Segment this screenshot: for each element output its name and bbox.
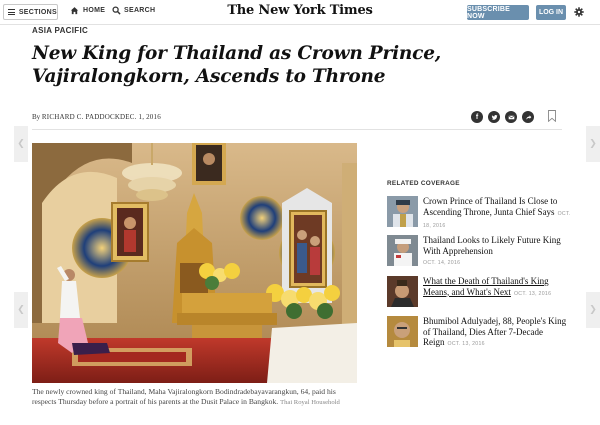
related-title-text: Crown Prince of Thailand Is Close to Asc…	[423, 196, 558, 217]
related-item[interactable]: What the Death of Thailand's King Means,…	[387, 276, 577, 312]
related-headline: Crown Prince of Thailand Is Close to Asc…	[423, 196, 573, 232]
headline-line-1: New King for Thailand as Crown Prince,	[32, 43, 442, 64]
next-article-arrow-lower[interactable]: ❯	[586, 292, 600, 328]
related-item[interactable]: Thailand Looks to Likely Future King Wit…	[387, 235, 577, 271]
related-coverage-heading: RELATED COVERAGE	[387, 180, 460, 187]
section-kicker[interactable]: ASIA PACIFIC	[32, 26, 88, 35]
related-date: OCT. 13, 2016	[447, 341, 485, 347]
article-headline: New King for Thailand as Crown Prince, V…	[32, 42, 452, 88]
related-item[interactable]: Bhumibol Adulyadej, 88, People's King of…	[387, 316, 577, 352]
related-date: OCT. 13, 2016	[513, 290, 552, 297]
article-photo	[32, 143, 357, 383]
related-date: OCT. 14, 2016	[423, 260, 461, 266]
subscribe-button[interactable]: SUBSCRIBE NOW	[467, 5, 529, 20]
related-thumbnail	[387, 276, 418, 307]
byline: By RICHARD C. PADDOCK	[32, 113, 120, 121]
byline-row: By RICHARD C. PADDOCK DEC. 1, 2016 f	[32, 108, 562, 130]
share-icon[interactable]	[522, 111, 534, 123]
related-thumbnail	[387, 235, 418, 266]
headline-line-2: Vajiralongkorn, Ascends to Throne	[32, 66, 386, 87]
previous-article-arrow[interactable]: ❮	[14, 126, 28, 162]
bookmark-icon[interactable]	[548, 110, 556, 122]
share-tools: f	[471, 111, 534, 123]
related-headline: Thailand Looks to Likely Future King Wit…	[423, 235, 573, 269]
related-headline: What the Death of Thailand's King Means,…	[423, 276, 573, 299]
related-title-text: Thailand Looks to Likely Future King Wit…	[423, 235, 561, 256]
login-button[interactable]: LOG IN	[536, 5, 566, 20]
twitter-icon[interactable]	[488, 111, 500, 123]
photo-credit: Thai Royal Household	[280, 399, 340, 406]
facebook-icon[interactable]: f	[471, 111, 483, 123]
next-article-arrow[interactable]: ❯	[586, 126, 600, 162]
previous-article-arrow-lower[interactable]: ❮	[14, 292, 28, 328]
email-icon[interactable]	[505, 111, 517, 123]
related-item[interactable]: Crown Prince of Thailand Is Close to Asc…	[387, 196, 577, 232]
byline-prefix: By	[32, 113, 42, 121]
gear-icon[interactable]	[574, 7, 584, 17]
top-navigation-bar: SECTIONS HOME SEARCH The New York Times …	[0, 0, 600, 25]
related-thumbnail	[387, 316, 418, 347]
related-title-text: Bhumibol Adulyadej, 88, People's King of…	[423, 316, 567, 347]
publish-date: DEC. 1, 2016	[120, 113, 161, 121]
related-thumbnail	[387, 196, 418, 227]
related-headline: Bhumibol Adulyadej, 88, People's King of…	[423, 316, 573, 350]
photo-caption: The newly crowned king of Thailand, Maha…	[32, 387, 362, 408]
author-link[interactable]: RICHARD C. PADDOCK	[42, 113, 120, 121]
throne-hall-photo	[32, 143, 357, 383]
